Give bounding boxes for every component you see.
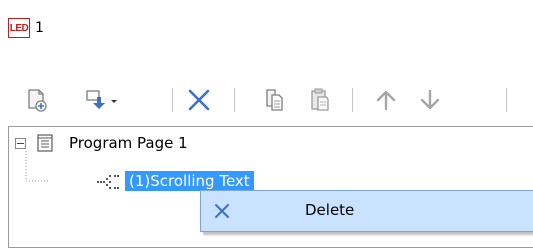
move-down-button[interactable] bbox=[414, 80, 446, 120]
program-page-icon bbox=[37, 134, 53, 152]
add-page-icon bbox=[28, 89, 47, 112]
move-down-icon bbox=[420, 89, 440, 110]
tree-node-label: Program Page 1 bbox=[69, 134, 188, 152]
tree-node-label-selected: (1)Scrolling Text bbox=[125, 171, 254, 191]
toolbar-separator bbox=[352, 88, 353, 112]
led-number: 1 bbox=[35, 20, 44, 36]
collapse-toggle-icon[interactable] bbox=[15, 137, 26, 149]
toolbar-separator bbox=[234, 88, 235, 112]
toolbar bbox=[0, 80, 533, 120]
tree-node-program-page[interactable]: Program Page 1 bbox=[15, 133, 188, 153]
scrolling-text-icon bbox=[97, 175, 119, 189]
context-menu-delete[interactable]: Delete bbox=[201, 191, 533, 231]
copy-icon bbox=[266, 89, 283, 111]
move-up-icon bbox=[376, 90, 396, 111]
paste-button[interactable] bbox=[304, 80, 336, 120]
delete-icon bbox=[188, 89, 210, 111]
toolbar-separator bbox=[172, 88, 173, 112]
paste-icon bbox=[311, 88, 329, 111]
add-item-dropdown-button[interactable] bbox=[76, 80, 126, 120]
led-badge-text: LED bbox=[9, 22, 29, 34]
led-indicator: LED 1 bbox=[8, 16, 88, 40]
context-menu: Delete bbox=[200, 190, 533, 232]
copy-button[interactable] bbox=[258, 80, 290, 120]
toolbar-separator bbox=[506, 88, 507, 112]
add-item-dropdown-icon bbox=[86, 90, 117, 109]
move-up-button[interactable] bbox=[370, 80, 402, 120]
delete-button[interactable] bbox=[182, 80, 216, 120]
context-menu-delete-label: Delete bbox=[305, 201, 355, 219]
tree-node-scrolling-text[interactable]: (1)Scrolling Text bbox=[95, 171, 254, 191]
led-badge: LED bbox=[8, 18, 30, 38]
delete-x-icon bbox=[215, 204, 229, 218]
add-page-button[interactable] bbox=[22, 80, 52, 120]
